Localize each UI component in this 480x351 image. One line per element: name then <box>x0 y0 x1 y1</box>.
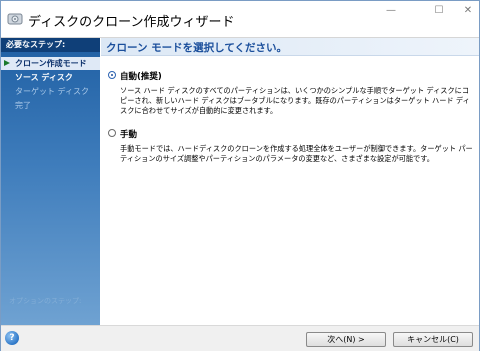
content-header: クローン モードを選択してください。 <box>101 38 479 56</box>
main-content: クローン モードを選択してください。 自動(推奨) ソース ハード ディスクのす… <box>101 38 479 325</box>
step-clone-mode[interactable]: クローン作成モード <box>1 57 100 70</box>
next-button[interactable]: 次へ(N) > <box>306 332 386 347</box>
page-title: クローン モードを選択してください。 <box>106 42 287 54</box>
close-button[interactable]: ✕ <box>453 3 480 17</box>
minimize-button[interactable]: — <box>376 3 406 17</box>
auto-mode-label[interactable]: 自動(推奨) <box>120 70 162 82</box>
steps-header: 必要なステップ: <box>1 38 100 52</box>
cancel-button[interactable]: キャンセル(C) <box>393 332 473 347</box>
step-source-disk[interactable]: ソース ディスク <box>1 71 100 84</box>
help-icon[interactable]: ? <box>5 331 19 345</box>
step-finish: 完了 <box>1 99 100 112</box>
auto-mode-description: ソース ハード ディスクのすべてのパーティションは、いくつかのシンプルな手順でタ… <box>120 86 470 115</box>
footer-bar: ? 次へ(N) > キャンセル(C) <box>1 325 479 351</box>
manual-mode-radio[interactable] <box>108 129 116 137</box>
maximize-button[interactable]: ☐ <box>424 3 454 17</box>
manual-mode-description: 手動モードでは、ハードディスクのクローンを作成する処理全体をユーザーが制御できま… <box>120 144 473 163</box>
green-arrow-icon <box>4 60 10 66</box>
disk-clone-icon <box>7 13 23 25</box>
manual-mode-label[interactable]: 手動 <box>120 128 137 140</box>
wizard-window: ディスクのクローン作成ウィザード — ☐ ✕ 必要なステップ: クローン作成モー… <box>0 0 480 351</box>
step-label: 完了 <box>15 101 31 110</box>
step-label: クローン作成モード <box>15 59 87 68</box>
window-title: ディスクのクローン作成ウィザード <box>28 15 235 30</box>
step-label: ソース ディスク <box>15 73 73 82</box>
steps-sidebar: 必要なステップ: クローン作成モード ソース ディスク ターゲット ディスク 完… <box>1 38 100 325</box>
step-label: ターゲット ディスク <box>15 87 89 96</box>
auto-mode-radio[interactable] <box>108 71 116 79</box>
title-bar[interactable]: ディスクのクローン作成ウィザード — ☐ ✕ <box>1 1 479 38</box>
optional-steps-watermark: オプションのステップ: <box>9 297 82 305</box>
step-target-disk: ターゲット ディスク <box>1 85 100 98</box>
